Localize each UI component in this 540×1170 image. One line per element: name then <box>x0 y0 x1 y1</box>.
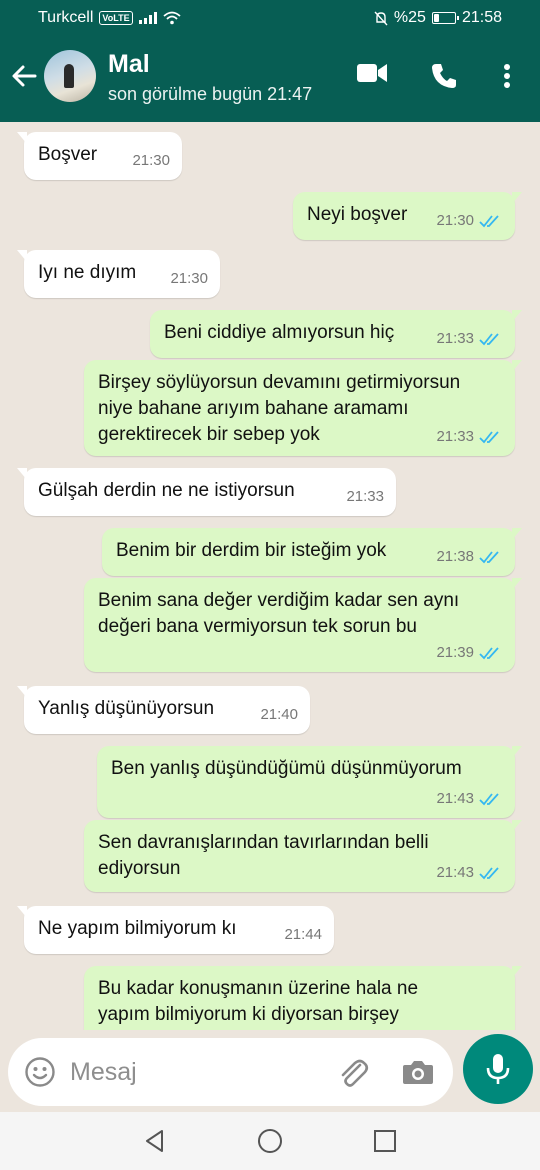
message-text: Ne yapım bilmiyorum kı <box>38 918 237 939</box>
message-time: 21:33 <box>436 330 474 347</box>
wifi-icon <box>163 11 181 25</box>
read-ticks-icon <box>479 647 499 660</box>
message-text: Yanlış düşünüyorsun <box>38 698 215 719</box>
message-meta: 21:40 <box>260 702 298 728</box>
avatar[interactable] <box>44 50 96 102</box>
clock: 21:58 <box>461 9 502 26</box>
message-time: 21:30 <box>436 212 474 229</box>
battery-percent: %25 <box>393 9 426 26</box>
message-bubble-incoming[interactable]: Ne yapım bilmiyorum kı 21:44 <box>17 906 334 954</box>
message-meta: 21:33 <box>436 424 503 450</box>
message-time: 21:43 <box>436 864 474 881</box>
chat-area[interactable]: Boşver 21:30 Neyi boşver 21:30 Iyı ne dı… <box>0 122 540 1030</box>
message-meta: 21:33 <box>346 484 384 510</box>
volte-badge: VoLTE <box>99 11 133 25</box>
read-ticks-icon <box>479 793 499 806</box>
message-time: 21:39 <box>436 644 474 661</box>
message-bubble-incoming[interactable]: Yanlış düşünüyorsun 21:40 <box>17 686 310 734</box>
video-call-icon[interactable] <box>356 62 388 84</box>
mute-bell-icon <box>374 11 388 25</box>
contact-name[interactable]: Mal <box>108 50 150 79</box>
message-time: 21:33 <box>346 488 384 505</box>
read-ticks-icon <box>479 431 499 444</box>
message-bubble-outgoing[interactable]: Benim sana değer verdiğim kadar sen aynı… <box>84 578 522 672</box>
message-time: 21:40 <box>260 706 298 723</box>
microphone-icon <box>486 1054 510 1084</box>
message-bubble-outgoing[interactable]: Beni ciddiye almıyorsun hiç 21:33 <box>150 310 522 358</box>
battery-icon <box>431 12 459 24</box>
last-seen-status[interactable]: son görülme bugün 21:47 <box>108 84 312 105</box>
message-text: Bu kadar konuşmanın üzerine hala ne yapı… <box>98 978 419 1025</box>
camera-icon[interactable] <box>402 1058 434 1086</box>
read-ticks-icon <box>479 551 499 564</box>
message-text: Ben yanlış düşündüğümü düşünmüyorum <box>111 758 462 779</box>
nav-home-icon[interactable] <box>257 1128 283 1154</box>
message-text: Gülşah derdin ne ne istiyorsun <box>38 480 295 501</box>
message-time: 21:44 <box>284 926 322 943</box>
read-ticks-icon <box>479 215 499 228</box>
message-bubble-outgoing[interactable]: Benim bir derdim bir isteğim yok 21:38 <box>102 528 522 576</box>
phone-icon[interactable] <box>430 62 458 90</box>
message-time: 21:38 <box>436 548 474 565</box>
message-text: Benim sana değer verdiğim kadar sen aynı… <box>98 590 460 637</box>
message-bubble-outgoing[interactable]: Ben yanlış düşündüğümü düşünmüyorum 21:4… <box>97 746 522 818</box>
more-vert-icon[interactable] <box>500 62 514 90</box>
nav-recents-icon[interactable] <box>372 1128 398 1154</box>
attach-icon[interactable] <box>336 1056 370 1090</box>
message-meta: 21:39 <box>436 640 503 666</box>
message-input[interactable] <box>70 1054 320 1090</box>
message-meta: 21:43 <box>436 860 503 886</box>
back-arrow-icon[interactable] <box>10 62 38 90</box>
message-meta: 21:33 <box>436 326 503 352</box>
carrier-name: Turkcell <box>38 9 94 26</box>
message-meta: 21:30 <box>170 266 208 292</box>
read-ticks-icon <box>479 333 499 346</box>
message-bubble-outgoing[interactable]: Birşey söylüyorsun devamını getirmiyorsu… <box>84 360 522 456</box>
message-meta: 21:30 <box>436 208 503 234</box>
message-bubble-incoming[interactable]: Boşver 21:30 <box>17 132 182 180</box>
message-bubble-incoming[interactable]: Gülşah derdin ne ne istiyorsun 21:33 <box>17 468 396 516</box>
nav-back-icon[interactable] <box>142 1128 168 1154</box>
message-time: 21:30 <box>132 152 170 169</box>
message-meta: 21:44 <box>284 922 322 948</box>
message-meta: 21:43 <box>436 786 503 812</box>
message-meta: 21:30 <box>132 148 170 174</box>
message-meta: 21:38 <box>436 544 503 570</box>
message-bubble-outgoing[interactable]: Sen davranışlarından tavırlarından belli… <box>84 820 522 892</box>
status-left: Turkcell VoLTE <box>38 9 181 27</box>
voice-message-button[interactable] <box>463 1034 533 1104</box>
message-bubble-outgoing[interactable]: Neyi boşver 21:30 <box>293 192 522 240</box>
emoji-icon[interactable] <box>24 1056 56 1088</box>
status-bar: Turkcell VoLTE %25 21:58 <box>0 0 540 36</box>
read-ticks-icon <box>479 867 499 880</box>
system-nav-bar <box>0 1112 540 1170</box>
message-time: 21:43 <box>436 790 474 807</box>
chat-header: Turkcell VoLTE %25 21:58 Mal son görülme… <box>0 0 540 122</box>
message-bubble-outgoing[interactable]: Bu kadar konuşmanın üzerine hala ne yapı… <box>84 966 522 1030</box>
signal-icon <box>138 12 157 24</box>
message-time: 21:30 <box>170 270 208 287</box>
status-right: %25 21:58 <box>374 9 502 27</box>
message-bubble-incoming[interactable]: Iyı ne dıyım 21:30 <box>17 250 220 298</box>
message-time: 21:33 <box>436 428 474 445</box>
message-input-bar <box>8 1038 453 1106</box>
